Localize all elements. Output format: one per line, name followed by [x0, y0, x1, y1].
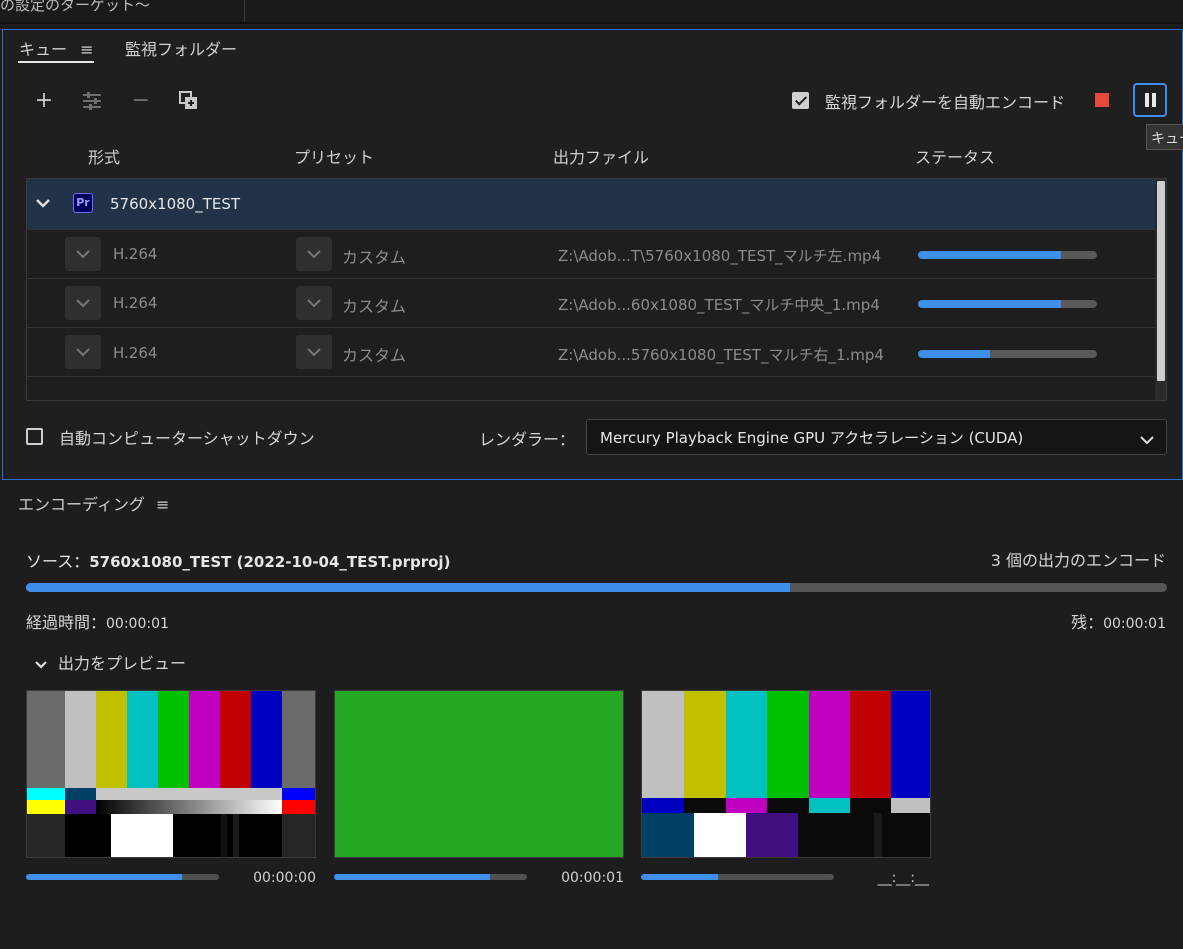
remaining-time: 残：00:00:01	[1000, 609, 1166, 633]
queue-empty-row	[27, 376, 1155, 400]
active-tab-underline	[18, 61, 94, 63]
pause-button[interactable]	[1133, 83, 1167, 117]
chevron-down-icon[interactable]	[35, 195, 51, 213]
top-panel-strip: の設定のターゲット〜	[0, 0, 1183, 24]
source-value: 5760x1080_TEST (2022-10-04_TEST.prproj)	[89, 553, 451, 571]
preview-progress-bar	[334, 874, 527, 880]
format-dropdown[interactable]	[65, 335, 101, 369]
chevron-down-icon	[307, 299, 321, 308]
chevron-down-icon	[76, 348, 90, 357]
row-progress-bar	[918, 350, 1097, 358]
premiere-pro-icon: Pr	[73, 193, 93, 213]
tooltip: キュー	[1146, 124, 1183, 150]
elapsed-time: 経過時間：00:00:01	[26, 609, 169, 633]
column-header-format[interactable]: 形式	[88, 144, 120, 168]
encoding-panel-title: エンコーディング ≡	[18, 491, 169, 515]
preset-dropdown[interactable]	[296, 237, 332, 271]
preview-thumbnail	[26, 690, 316, 858]
preview-toggle[interactable]: 出力をプレビュー	[34, 650, 186, 674]
row-format: H.264	[113, 294, 158, 312]
top-panel-divider	[244, 0, 245, 22]
elapsed-label: 経過時間：	[26, 613, 107, 632]
row-format: H.264	[113, 245, 158, 263]
preview-thumbnail	[334, 690, 624, 858]
row-progress-bar	[918, 300, 1097, 308]
add-source-icon[interactable]: +	[31, 88, 57, 114]
format-dropdown[interactable]	[65, 286, 101, 320]
preview-progress-fill	[641, 874, 719, 880]
outputs-count: 3 個の出力のエンコード	[990, 551, 1166, 570]
renderer-select[interactable]: Mercury Playback Engine GPU アクセラレーション (C…	[586, 419, 1167, 455]
preview-time: __:__:__	[877, 870, 929, 886]
chevron-down-icon	[307, 250, 321, 259]
column-header-output[interactable]: 出力ファイル	[553, 144, 649, 168]
renderer-label: レンダラー：	[479, 430, 576, 449]
preview-progress-bar	[26, 874, 219, 880]
preset-dropdown[interactable]	[296, 335, 332, 369]
queue-list: Pr 5760x1080_TEST H.264 カスタム Z:\Adob...T…	[26, 178, 1167, 401]
remaining-label: 残：	[1071, 613, 1104, 632]
source-prefix: ソース：	[26, 552, 90, 571]
hamburger-menu-icon[interactable]: ≡	[156, 495, 169, 514]
tab-queue[interactable]: キュー ≡	[19, 36, 94, 60]
preset-dropdown[interactable]	[296, 286, 332, 320]
queue-output-row[interactable]: H.264 カスタム Z:\Adob...5760x1080_TEST_マルチ右…	[27, 327, 1155, 376]
stop-button[interactable]	[1095, 93, 1109, 107]
elapsed-value: 00:00:01	[106, 616, 169, 632]
preset-settings-icon[interactable]	[79, 88, 105, 114]
row-format: H.264	[113, 344, 158, 362]
row-progress-bar	[918, 251, 1097, 259]
preview-toggle-label: 出力をプレビュー	[58, 654, 187, 673]
source-info: ソース：5760x1080_TEST (2022-10-04_TEST.prpr…	[26, 548, 450, 572]
remove-icon[interactable]: −	[128, 88, 154, 114]
auto-shutdown-label: 自動コンピューターシャットダウン	[59, 429, 315, 448]
tab-watch-folders[interactable]: 監視フォルダー	[125, 36, 237, 60]
hamburger-menu-icon[interactable]: ≡	[80, 40, 93, 59]
preview-progress-bar	[641, 874, 834, 880]
column-header-preset[interactable]: プリセット	[294, 144, 374, 168]
row-progress-fill	[918, 251, 1062, 259]
row-progress-fill	[918, 300, 1062, 308]
overall-progress-bar	[26, 583, 1167, 592]
row-output-file[interactable]: Z:\Adob...T\5760x1080_TEST_マルチ左.mp4	[558, 245, 881, 266]
preview-thumbnail	[641, 690, 931, 858]
auto-shutdown-checkbox[interactable]	[26, 428, 43, 445]
queue-group-row[interactable]: Pr 5760x1080_TEST	[27, 179, 1155, 229]
preview-time: 00:00:01	[561, 870, 624, 886]
top-panel-title: の設定のターゲット〜	[0, 0, 151, 14]
row-preset: カスタム	[342, 346, 407, 365]
duplicate-icon[interactable]	[176, 88, 202, 114]
chevron-down-icon	[307, 348, 321, 357]
chevron-down-icon	[35, 660, 47, 669]
chevron-down-icon	[1139, 432, 1155, 450]
group-name: 5760x1080_TEST	[110, 195, 241, 213]
auto-encode-label: 監視フォルダーを自動エンコード	[825, 93, 1066, 112]
overall-progress-fill	[26, 583, 791, 592]
row-progress-fill	[918, 350, 990, 358]
row-preset: カスタム	[342, 248, 407, 267]
format-dropdown[interactable]	[65, 237, 101, 271]
tab-queue-label: キュー	[19, 40, 68, 59]
column-header-status[interactable]: ステータス	[915, 144, 995, 168]
preview-progress-fill	[334, 874, 491, 880]
queue-output-row[interactable]: H.264 カスタム Z:\Adob...T\5760x1080_TEST_マル…	[27, 229, 1155, 278]
row-output-file[interactable]: Z:\Adob...5760x1080_TEST_マルチ右_1.mp4	[558, 344, 884, 365]
chevron-down-icon	[76, 299, 90, 308]
preview-time: 00:00:00	[253, 870, 316, 886]
chevron-down-icon	[76, 250, 90, 259]
queue-output-row[interactable]: H.264 カスタム Z:\Adob...60x1080_TEST_マルチ中央_…	[27, 278, 1155, 327]
remaining-value: 00:00:01	[1103, 616, 1166, 632]
preview-progress-fill	[26, 874, 183, 880]
renderer-value: Mercury Playback Engine GPU アクセラレーション (C…	[600, 429, 1024, 447]
row-output-file[interactable]: Z:\Adob...60x1080_TEST_マルチ中央_1.mp4	[558, 294, 880, 315]
scrollbar-thumb[interactable]	[1157, 181, 1165, 381]
auto-encode-checkbox[interactable]	[792, 92, 809, 109]
row-preset: カスタム	[342, 297, 407, 316]
encoding-title-label: エンコーディング	[18, 495, 145, 514]
